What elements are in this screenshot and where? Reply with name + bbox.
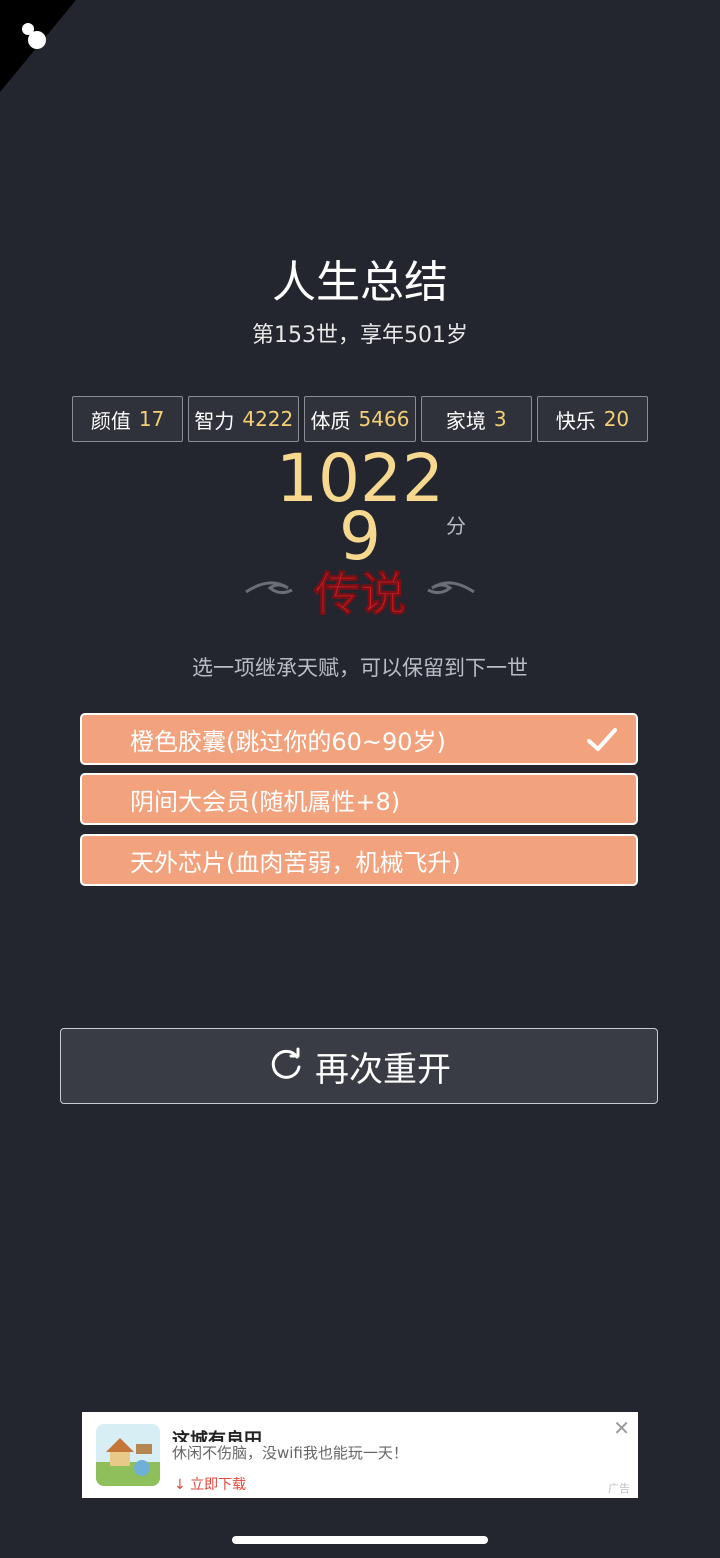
life-subtitle: 第153世，享年501岁	[252, 323, 468, 348]
pawn-icon[interactable]	[16, 20, 50, 54]
talent-option-2[interactable]: 阴间大会员(随机属性+8)	[80, 773, 638, 825]
talent-option-1[interactable]: 橙色胶囊(跳过你的60~90岁)	[80, 713, 638, 765]
grade-badge: 传说	[245, 567, 475, 622]
total-score: 10229	[276, 440, 444, 575]
stat-value: 5466	[358, 407, 410, 431]
ad-game-thumbnail	[96, 1424, 160, 1486]
stat-appearance: 颜值 17	[72, 396, 184, 442]
stat-value: 3	[493, 407, 507, 431]
stat-label: 快乐	[555, 408, 596, 433]
ad-tag: 广告	[608, 1482, 630, 1495]
talent-label: 天外芯片(血肉苦弱，机械飞升)	[130, 848, 461, 877]
stat-label: 颜值	[90, 408, 131, 433]
score-unit: 分	[446, 514, 466, 538]
stat-family: 家境 3	[420, 396, 532, 442]
ad-banner[interactable]: 这城有良田 休闲不伤脑，没wifi我也能玩一天！ ↓ 立即下载 ✕ 广告	[82, 1412, 638, 1498]
cloud-left-icon	[245, 581, 293, 595]
checkmark-icon	[587, 728, 617, 751]
stat-happiness: 快乐 20	[536, 396, 649, 442]
talent-option-3[interactable]: 天外芯片(血肉苦弱，机械飞升)	[80, 834, 638, 886]
close-icon[interactable]: ✕	[613, 1416, 630, 1440]
ad-download-link[interactable]: ↓ 立即下载	[174, 1474, 246, 1494]
stat-value: 4222	[242, 407, 294, 431]
grade-label: 传说	[313, 567, 406, 621]
restart-button[interactable]: 再次重开	[60, 1028, 658, 1104]
stat-constitution: 体质 5466	[304, 396, 416, 442]
page-title: 人生总结	[272, 257, 448, 308]
stat-value: 17	[138, 407, 165, 431]
cloud-right-icon	[427, 581, 475, 595]
stat-label: 家境	[445, 408, 486, 433]
talent-label: 橙色胶囊(跳过你的60~90岁)	[130, 727, 446, 756]
inherit-prompt: 选一项继承天赋，可以保留到下一世	[192, 656, 528, 680]
stat-label: 体质	[310, 408, 351, 433]
stat-intelligence: 智力 4222	[188, 396, 300, 442]
talent-label: 阴间大会员(随机属性+8)	[130, 787, 401, 816]
stats-row: 颜值 17 智力 4222 体质 5466 家境 3 快乐 20	[72, 396, 649, 442]
restart-label: 再次重开	[315, 1049, 451, 1090]
refresh-icon	[271, 1047, 301, 1079]
ad-description: 休闲不伤脑，没wifi我也能玩一天！	[172, 1442, 412, 1463]
stat-value: 20	[603, 407, 630, 431]
stat-label: 智力	[194, 408, 235, 433]
home-indicator[interactable]	[232, 1536, 488, 1544]
